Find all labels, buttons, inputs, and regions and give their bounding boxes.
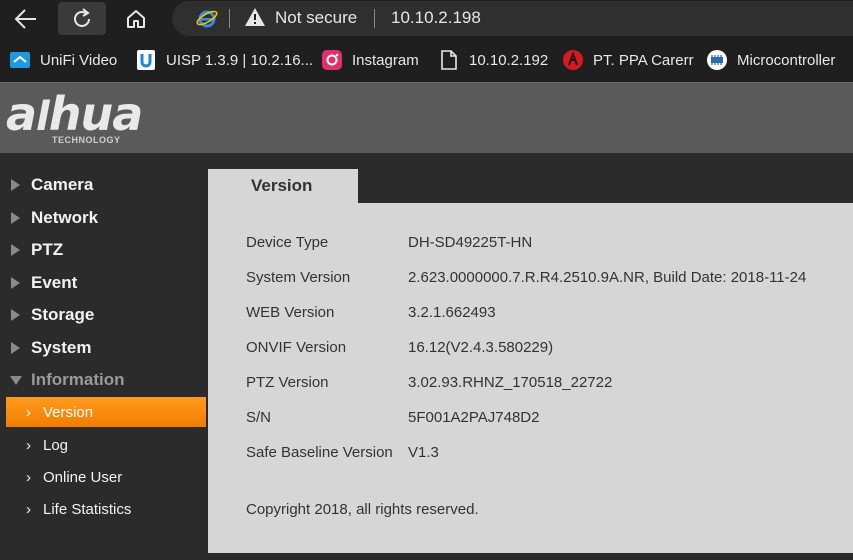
device-type-value: DH-SD49225T-HN <box>408 234 533 251</box>
internet-explorer-icon <box>196 10 218 28</box>
sidebar-item-label: Information <box>31 370 125 389</box>
warning-icon[interactable] <box>244 7 266 27</box>
bookmark-label: UniFi Video <box>40 51 118 69</box>
system-version-label: System Version <box>246 269 351 286</box>
sidebar-item-storage[interactable]: Storage <box>0 300 207 330</box>
collapsed-arrow-icon <box>11 212 20 224</box>
url-text[interactable]: 10.10.2.198 <box>391 8 481 28</box>
brand-logo: alhua <box>6 87 143 141</box>
chevron-right-icon: › <box>26 500 31 518</box>
serial-number-value: 5F001A2PAJ748D2 <box>408 409 540 426</box>
collapsed-arrow-icon <box>11 244 20 256</box>
sidebar-item-network[interactable]: Network <box>0 203 207 233</box>
onvif-version-label: ONVIF Version <box>246 339 347 356</box>
divider <box>229 9 230 28</box>
bookmark-microcontroller[interactable]: Microcontroller <box>707 49 835 71</box>
system-version-value: 2.623.0000000.7.R.R4.2510.9A.NR, Build D… <box>408 269 807 286</box>
chevron-right-icon: › <box>26 468 31 486</box>
expanded-arrow-icon <box>10 375 22 385</box>
bookmark-label: 10.10.2.192 <box>469 51 549 69</box>
home-button[interactable] <box>116 2 156 35</box>
back-arrow-icon <box>14 8 36 29</box>
collapsed-arrow-icon <box>11 309 20 321</box>
reload-icon <box>74 7 90 27</box>
sidebar-subitem-online-user[interactable]: › Online User <box>6 462 206 492</box>
sidebar-subitem-label: Online User <box>43 468 123 486</box>
serial-number-label: S/N <box>246 409 272 426</box>
sidebar-subitem-label: Life Statistics <box>43 500 132 518</box>
safe-baseline-version-value: V1.3 <box>408 444 439 461</box>
web-version-value: 3.2.1.662493 <box>408 304 496 321</box>
sidebar-item-information[interactable]: Information <box>0 365 207 395</box>
safe-baseline-version-label: Safe Baseline Version <box>246 444 393 461</box>
sidebar-item-label: Camera <box>31 175 94 194</box>
sidebar-item-label: System <box>31 338 92 357</box>
browser-toolbar: Not secure 10.10.2.198 <box>0 0 853 37</box>
sidebar-item-camera[interactable]: Camera <box>0 170 207 200</box>
sidebar-subitem-label: Log <box>43 436 69 454</box>
microcontroller-icon <box>707 50 727 70</box>
ppa-icon <box>563 50 583 70</box>
reload-button[interactable] <box>58 2 106 35</box>
security-status[interactable]: Not secure <box>275 8 357 28</box>
brand-tagline: TECHNOLOGY <box>52 135 121 145</box>
chevron-right-icon: › <box>26 436 31 454</box>
back-button[interactable] <box>6 2 46 35</box>
sidebar-item-ptz[interactable]: PTZ <box>0 235 207 265</box>
sidebar-subitem-log[interactable]: › Log <box>6 430 206 460</box>
collapsed-arrow-icon <box>11 179 20 191</box>
device-type-label: Device Type <box>246 234 329 251</box>
divider <box>374 9 375 28</box>
bookmark-label: Microcontroller <box>737 51 836 69</box>
bookmark-10-10-2-192[interactable]: 10.10.2.192 <box>439 49 548 71</box>
ptz-version-value: 3.02.93.RHNZ_170518_22722 <box>408 374 613 391</box>
instagram-icon <box>322 50 342 70</box>
bookmark-uisp[interactable]: UISP 1.3.9 | 10.2.16... <box>136 49 313 71</box>
bookmark-instagram[interactable]: Instagram <box>322 49 419 71</box>
sidebar-item-system[interactable]: System <box>0 333 207 363</box>
sidebar-item-event[interactable]: Event <box>0 268 207 298</box>
bookmark-unifi-video[interactable]: UniFi Video <box>10 49 117 71</box>
collapsed-arrow-icon <box>11 342 20 354</box>
page-icon <box>439 50 459 70</box>
onvif-version-value: 16.12(V2.4.3.580229) <box>408 339 554 356</box>
sidebar-subitem-label: Version <box>43 403 94 421</box>
unifi-video-icon <box>10 50 30 70</box>
bookmark-label: Instagram <box>352 51 419 69</box>
uisp-icon <box>136 50 156 70</box>
home-icon <box>127 9 145 28</box>
ptz-version-label: PTZ Version <box>246 374 329 391</box>
sidebar-item-label: Storage <box>31 305 95 324</box>
copyright-text: Copyright 2018, all rights reserved. <box>246 501 479 518</box>
bookmark-label: UISP 1.3.9 | 10.2.16... <box>166 51 314 69</box>
app-header: alhua TECHNOLOGY <box>0 82 853 153</box>
bookmark-ppa-carerr[interactable]: PT. PPA Carerr <box>563 49 694 71</box>
sidebar-item-label: Network <box>31 208 99 227</box>
web-version-label: WEB Version <box>246 304 335 321</box>
bookmark-label: PT. PPA Carerr <box>593 51 694 69</box>
collapsed-arrow-icon <box>11 277 20 289</box>
bookmarks-bar: UniFi Video UISP 1.3.9 | 10.2.16... Inst… <box>0 37 853 82</box>
chevron-right-icon: › <box>26 403 31 421</box>
tab-version[interactable]: Version <box>208 169 358 203</box>
sidebar-subitem-version[interactable]: › Version <box>6 397 206 427</box>
sidebar-item-label: Event <box>31 273 78 292</box>
sidebar-item-label: PTZ <box>31 240 64 259</box>
sidebar-subitem-life-statistics[interactable]: › Life Statistics <box>6 494 206 524</box>
